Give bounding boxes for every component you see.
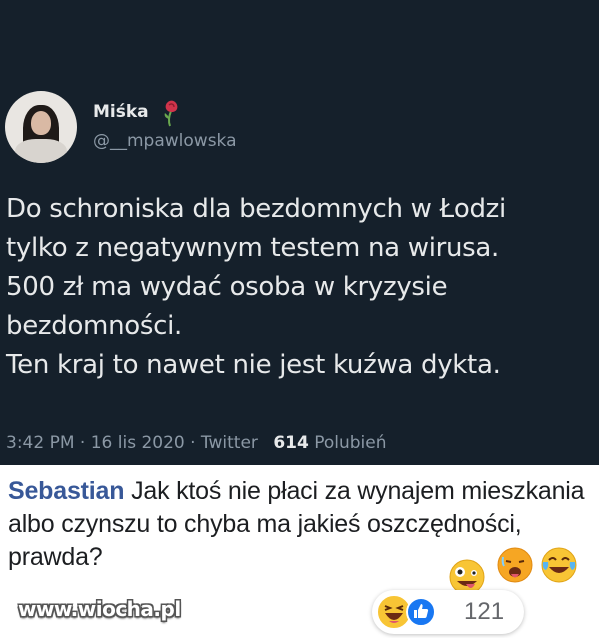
user-handle[interactable]: @__mpawlowska	[93, 131, 237, 151]
watermark: www.wiocha.pl	[18, 597, 181, 621]
tweet-card: Miśka @__mpawlowska Do schroniska dla be…	[0, 0, 599, 465]
tweet-timestamp[interactable]: 3:42 PM · 16 lis 2020 · Twitter	[6, 433, 258, 453]
avatar-face	[31, 111, 51, 135]
wilted-rose-icon	[164, 100, 178, 127]
facebook-comment: Sebastian Jak ktoś nie płaci za wynajem …	[0, 465, 599, 638]
display-name[interactable]: Miśka	[93, 102, 149, 122]
joy-icon	[541, 547, 577, 583]
reaction-summary[interactable]: 121	[372, 590, 524, 634]
comment-author[interactable]: Sebastian	[8, 477, 125, 505]
tweet-text: Do schroniska dla bezdomnych w Łodzi tyl…	[6, 194, 506, 380]
reaction-count[interactable]: 121	[464, 598, 504, 626]
likes-count[interactable]: 614	[273, 433, 309, 453]
avatar-body	[15, 139, 67, 163]
avatar[interactable]	[5, 91, 77, 163]
tweet-meta: 3:42 PM · 16 lis 2020 · Twitter 614 Polu…	[6, 433, 387, 453]
hot-face-icon	[497, 547, 533, 583]
likes-label[interactable]: Polubień	[314, 433, 386, 453]
like-reaction-icon	[406, 597, 436, 627]
